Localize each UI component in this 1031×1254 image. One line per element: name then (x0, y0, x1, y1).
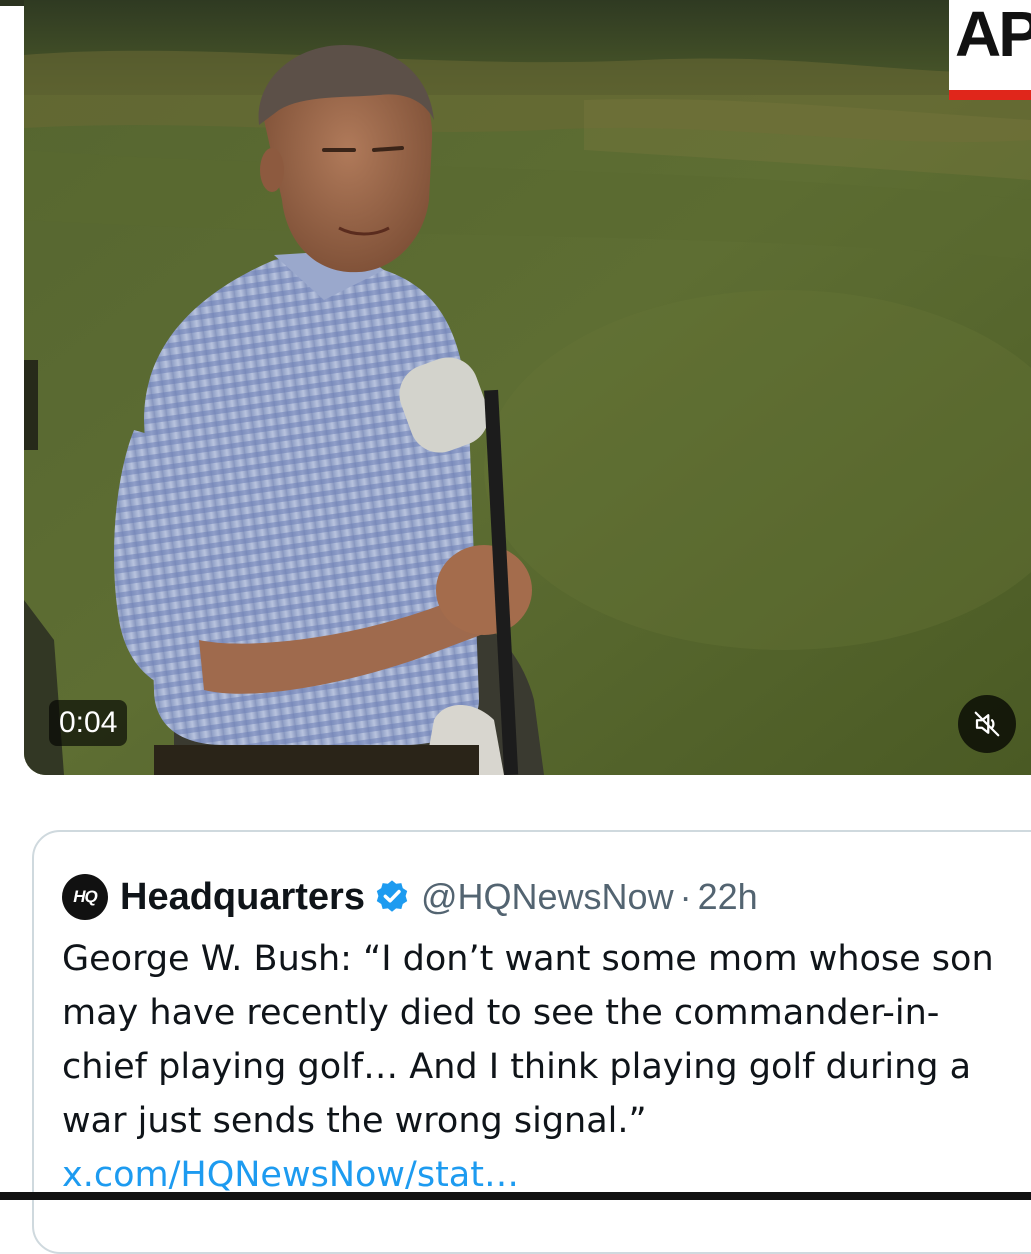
bottom-edge (0, 1192, 1031, 1200)
post-time[interactable]: 22h (698, 876, 758, 918)
speaker-muted-icon (974, 711, 1000, 737)
ap-logo-text: AP (955, 0, 1031, 70)
display-name[interactable]: Headquarters (120, 876, 365, 919)
video-timestamp: 0:04 (49, 700, 128, 746)
quote-tweet-card[interactable]: HQ Headquarters @HQNewsNow · 22h George … (32, 830, 1031, 1254)
quote-body: George W. Bush: “I don’t want some mom w… (62, 932, 1002, 1202)
verified-badge-icon (376, 880, 408, 912)
user-handle[interactable]: @HQNewsNow (421, 876, 674, 918)
avatar[interactable]: HQ (62, 874, 108, 920)
avatar-text: HQ (73, 887, 97, 906)
ap-logo-bar (949, 90, 1031, 100)
ap-logo: AP (949, 0, 1031, 100)
quote-text: George W. Bush: “I don’t want some mom w… (62, 939, 994, 1141)
video-frame-image (24, 0, 1031, 775)
mute-button[interactable] (958, 695, 1016, 753)
quote-header: HQ Headquarters @HQNewsNow · 22h (62, 872, 758, 922)
video-player[interactable]: AP 0:04 (24, 0, 1031, 775)
separator-dot: · (679, 876, 692, 917)
quote-link[interactable]: x.com/HQNewsNow/stat… (62, 1155, 519, 1195)
